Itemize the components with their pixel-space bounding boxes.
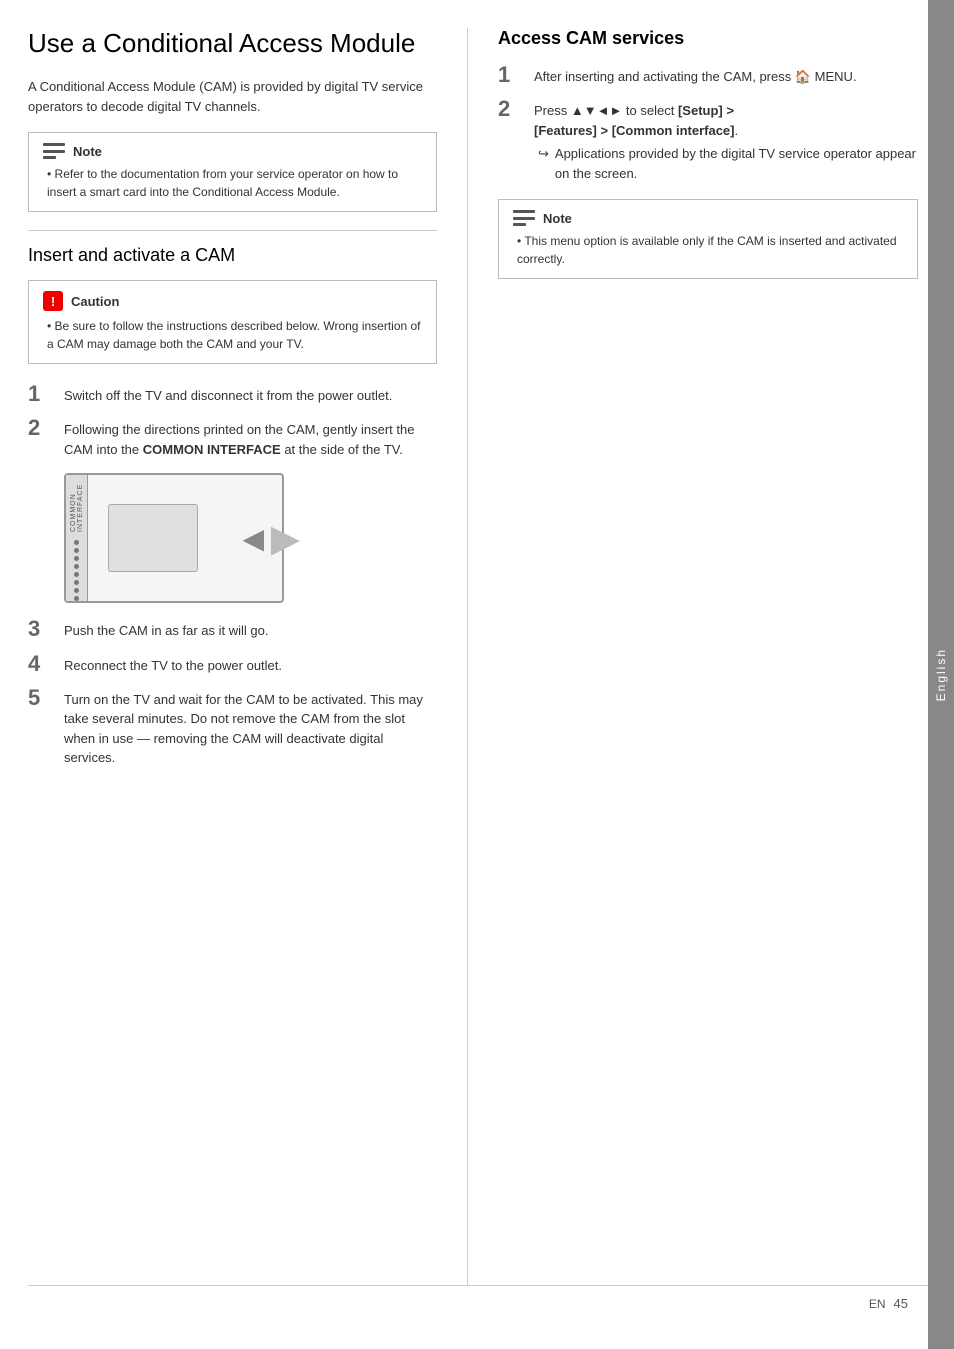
cam-dot <box>74 540 79 545</box>
cam-diagram: COMMON INTERFACE <box>64 473 284 603</box>
cam-dot <box>74 548 79 553</box>
note-icon-line-2a <box>513 210 535 213</box>
note-icon-line-2b <box>513 217 535 220</box>
caution-body: Be sure to follow the instructions descr… <box>43 317 422 353</box>
note-icon-line <box>43 143 65 146</box>
cam-dot <box>74 596 79 601</box>
bold-common-interface: COMMON INTERFACE <box>143 442 281 457</box>
note-item-1: Refer to the documentation from your ser… <box>47 165 422 201</box>
access-step-text-1-part2: MENU. <box>815 69 857 84</box>
cam-label-vert: COMMON INTERFACE <box>70 481 84 532</box>
access-sub-bullet: ↪ Applications provided by the digital T… <box>534 144 918 183</box>
side-tab: English <box>928 0 954 1349</box>
note-item-2: This menu option is available only if th… <box>517 232 903 268</box>
caution-box: ! Caution Be sure to follow the instruct… <box>28 280 437 364</box>
access-step-item-1: 1 After inserting and activating the CAM… <box>498 63 918 87</box>
note-list-1: Refer to the documentation from your ser… <box>47 165 422 201</box>
note-header-2: Note <box>513 210 903 226</box>
step-item-1: 1 Switch off the TV and disconnect it fr… <box>28 382 437 406</box>
section-divider-1 <box>28 230 437 231</box>
cam-arrow-right-icon: ▶ <box>271 516 300 561</box>
access-step-prefix: Press ▲▼◄► to select <box>534 103 674 118</box>
cam-dot <box>74 580 79 585</box>
note-box-2: Note This menu option is available only … <box>498 199 918 279</box>
en-label: EN <box>869 1297 886 1311</box>
access-step-num-1: 1 <box>498 63 526 87</box>
step-text-4: Reconnect the TV to the power outlet. <box>64 652 282 676</box>
step-text-3: Push the CAM in as far as it will go. <box>64 617 268 641</box>
note-icon-line <box>43 150 65 153</box>
step-item-5: 5 Turn on the TV and wait for the CAM to… <box>28 686 437 768</box>
step-text-1: Switch off the TV and disconnect it from… <box>64 382 392 406</box>
access-step-num-2: 2 <box>498 97 526 121</box>
cam-dots <box>74 540 79 601</box>
two-columns: Use a Conditional Access Module A Condit… <box>28 28 928 1285</box>
caution-list: Be sure to follow the instructions descr… <box>47 317 422 353</box>
note-label-2: Note <box>543 211 572 226</box>
note-box-1: Note Refer to the documentation from you… <box>28 132 437 212</box>
step-num-1: 1 <box>28 382 56 406</box>
cam-main-area: ◀ ▶ <box>88 475 282 601</box>
step-num-5: 5 <box>28 686 56 710</box>
cam-dot <box>74 588 79 593</box>
note-body-2: This menu option is available only if th… <box>513 232 903 268</box>
note-icon-2 <box>513 210 535 226</box>
page: Use a Conditional Access Module A Condit… <box>0 0 954 1349</box>
left-column: Use a Conditional Access Module A Condit… <box>28 28 468 1285</box>
access-step-text-1: After inserting and activating the CAM, … <box>534 63 857 87</box>
access-step-text-2: Press ▲▼◄► to select [Setup] > [Features… <box>534 97 918 183</box>
page-footer: EN 45 <box>28 1285 928 1321</box>
intro-text: A Conditional Access Module (CAM) is pro… <box>28 77 437 116</box>
main-content: Use a Conditional Access Module A Condit… <box>0 0 928 1349</box>
insert-step-list-2: 3 Push the CAM in as far as it will go. … <box>28 617 437 767</box>
step-text-2: Following the directions printed on the … <box>64 416 437 459</box>
step-num-2: 2 <box>28 416 56 440</box>
caution-icon: ! <box>43 291 63 311</box>
insert-step-list: 1 Switch off the TV and disconnect it fr… <box>28 382 437 459</box>
cam-card <box>108 504 198 572</box>
cam-left-bar: COMMON INTERFACE <box>66 475 88 601</box>
note-label-1: Note <box>73 144 102 159</box>
right-column: Access CAM services 1 After inserting an… <box>468 28 928 1285</box>
note-icon-line <box>43 156 56 159</box>
cam-arrow-left-icon: ◀ <box>242 522 264 555</box>
caution-header: ! Caution <box>43 291 422 311</box>
note-header-1: Note <box>43 143 422 159</box>
step-item-3: 3 Push the CAM in as far as it will go. <box>28 617 437 641</box>
note-icon-line-2c <box>513 223 526 226</box>
step-item-2: 2 Following the directions printed on th… <box>28 416 437 459</box>
note-icon-1 <box>43 143 65 159</box>
access-step-item-2: 2 Press ▲▼◄► to select [Setup] > [Featur… <box>498 97 918 183</box>
caution-item-1: Be sure to follow the instructions descr… <box>47 317 422 353</box>
main-title: Use a Conditional Access Module <box>28 28 437 59</box>
cam-dot <box>74 564 79 569</box>
caution-label: Caution <box>71 294 119 309</box>
step-num-3: 3 <box>28 617 56 641</box>
home-icon: 🏠 <box>795 69 811 84</box>
step-text-5: Turn on the TV and wait for the CAM to b… <box>64 686 437 768</box>
side-tab-text: English <box>934 648 948 701</box>
page-number: 45 <box>894 1296 908 1311</box>
access-step-text-1-part1: After inserting and activating the CAM, … <box>534 69 791 84</box>
sub-bullet-text: Applications provided by the digital TV … <box>555 144 918 183</box>
step-item-4: 4 Reconnect the TV to the power outlet. <box>28 652 437 676</box>
section-access-title: Access CAM services <box>498 28 918 49</box>
note-body-1: Refer to the documentation from your ser… <box>43 165 422 201</box>
sub-arrow-icon: ↪ <box>538 144 549 164</box>
cam-dot <box>74 572 79 577</box>
step-num-4: 4 <box>28 652 56 676</box>
section-insert-title: Insert and activate a CAM <box>28 245 437 266</box>
note-list-2: This menu option is available only if th… <box>517 232 903 268</box>
cam-dot <box>74 556 79 561</box>
